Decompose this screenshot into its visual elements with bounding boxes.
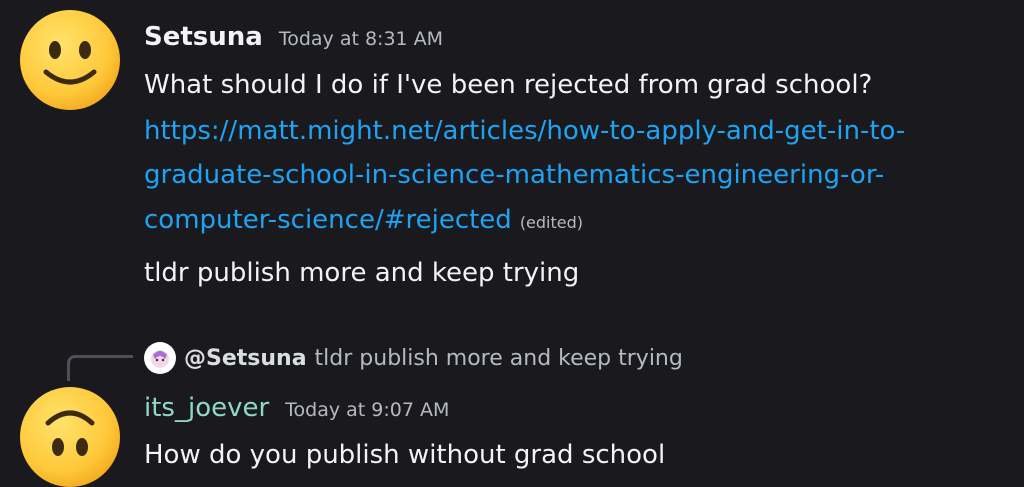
upside-down-face-icon [20,387,120,487]
message-link[interactable]: https://matt.might.net/articles/how-to-a… [144,116,905,146]
message-text: tldr publish more and keep trying [144,258,580,288]
message-link-line: https://matt.might.net/articles/how-to-a… [144,108,905,154]
reply-preview: tldr publish more and keep trying [314,345,683,371]
reply-avatar [144,342,176,374]
avatar[interactable] [18,385,122,487]
edited-label: (edited) [519,213,584,232]
reply-mention[interactable]: @Setsuna [184,346,307,371]
message-text: How do you publish without grad school [144,440,666,470]
avatar[interactable] [18,8,122,112]
anime-avatar-icon [151,350,169,368]
smiling-face-icon [20,10,120,110]
message-header: Setsuna Today at 8:31 AM [144,22,443,52]
reply-reference[interactable]: @Setsuna tldr publish more and keep tryi… [144,342,683,374]
timestamp[interactable]: Today at 8:31 AM [279,28,443,50]
username[interactable]: Setsuna [144,22,263,52]
reply-connector [67,355,133,381]
message-header: its_joever Today at 9:07 AM [144,393,449,423]
message-link[interactable]: graduate-school-in-science-mathematics-e… [144,160,884,190]
timestamp[interactable]: Today at 9:07 AM [285,399,449,421]
message-link[interactable]: computer-science/#rejected [144,205,512,235]
chat-window: Setsuna Today at 8:31 AM What should I d… [0,0,1024,487]
message-text: What should I do if I've been rejected f… [144,70,873,100]
message-link-line: graduate-school-in-science-mathematics-e… [144,152,884,198]
message-link-line: computer-science/#rejected (edited) [144,197,583,246]
username[interactable]: its_joever [144,393,269,423]
